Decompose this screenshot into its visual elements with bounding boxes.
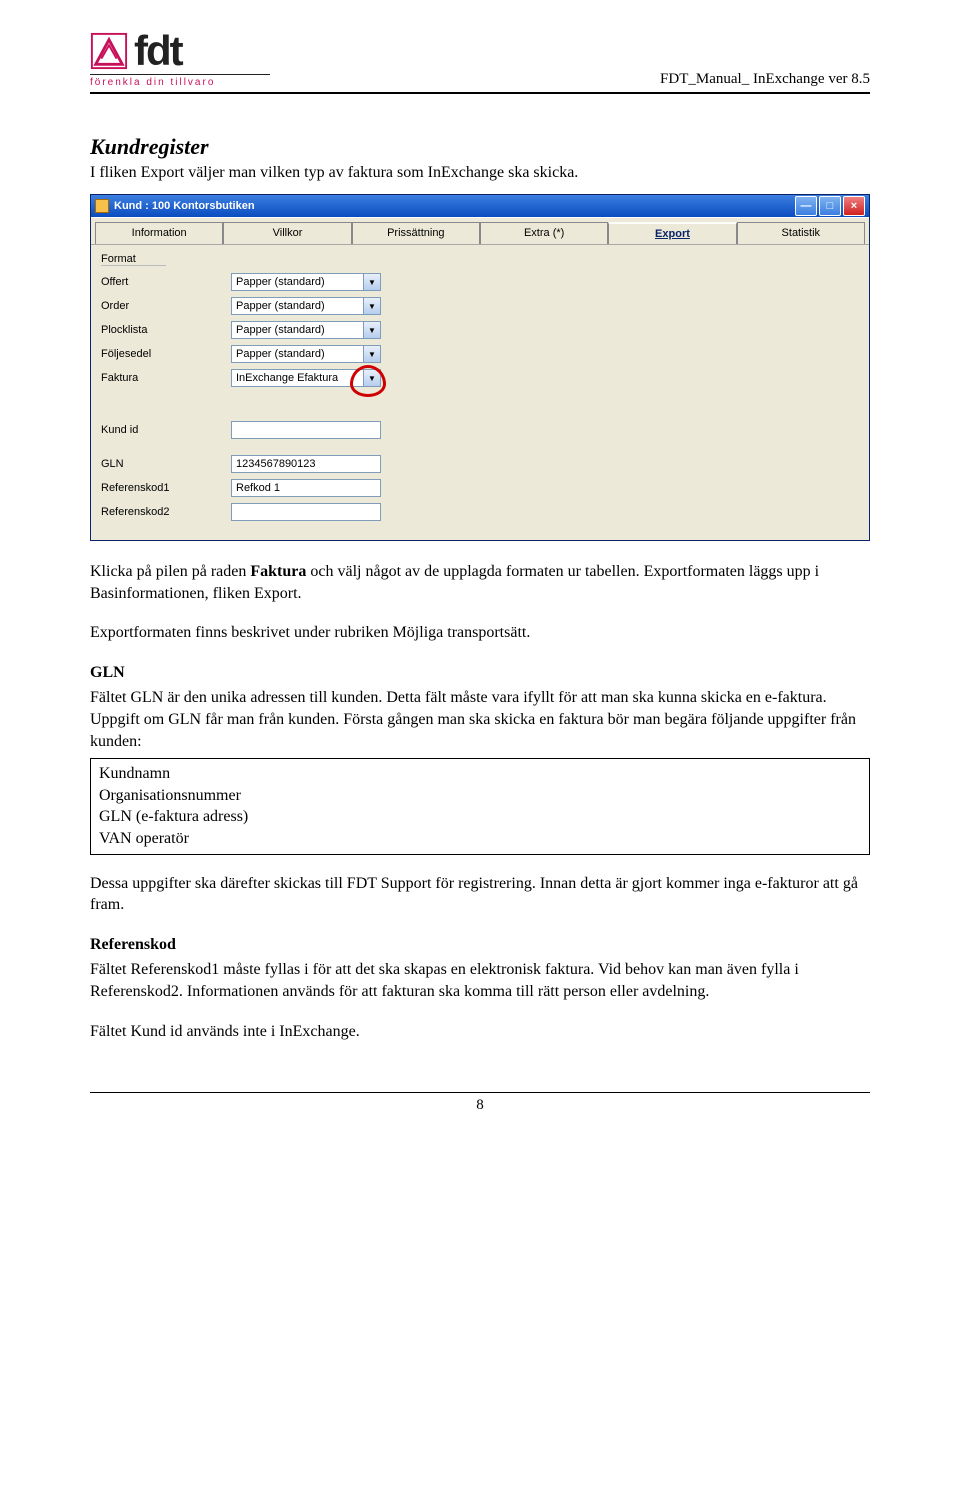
heading-gln: GLN: [90, 662, 870, 684]
label-gln: GLN: [101, 458, 231, 470]
chevron-down-icon: ▼: [363, 274, 380, 290]
tab-export[interactable]: Export: [608, 222, 736, 244]
label-order: Order: [101, 300, 231, 312]
section-intro: I fliken Export väljer man vilken typ av…: [90, 164, 870, 182]
paragraph-gln-body: Fältet GLN är den unika adressen till ku…: [90, 687, 870, 752]
tab-bar: Information Villkor Prissättning Extra (…: [91, 217, 869, 244]
logo: fdt förenkla din tillvaro: [90, 30, 270, 88]
dropdown-foljesedel-value: Papper (standard): [236, 348, 325, 360]
group-label-format: Format: [101, 253, 166, 266]
label-faktura: Faktura: [101, 372, 231, 384]
dropdown-plocklista-value: Papper (standard): [236, 324, 325, 336]
dropdown-plocklista[interactable]: Papper (standard) ▼: [231, 321, 381, 339]
label-ref2: Referenskod2: [101, 506, 231, 518]
box-line-kundnamn: Kundnamn: [99, 763, 861, 785]
logo-text: fdt: [134, 30, 182, 72]
tab-villkor[interactable]: Villkor: [223, 222, 351, 244]
logo-tagline: förenkla din tillvaro: [90, 74, 270, 88]
app-window: Kund : 100 Kontorsbutiken — □ × Informat…: [90, 194, 870, 541]
dropdown-order-value: Papper (standard): [236, 300, 325, 312]
window-title-text: Kund : 100 Kontorsbutiken: [114, 200, 255, 212]
label-plocklista: Plocklista: [101, 324, 231, 336]
input-ref2[interactable]: [231, 503, 381, 521]
document-title: FDT_Manual_ InExchange ver 8.5: [660, 71, 870, 88]
label-foljesedel: Följesedel: [101, 348, 231, 360]
box-line-van: VAN operatör: [99, 828, 861, 850]
label-offert: Offert: [101, 276, 231, 288]
dropdown-offert[interactable]: Papper (standard) ▼: [231, 273, 381, 291]
logo-mark-icon: [90, 32, 128, 70]
paragraph-exportformat: Exportformaten finns beskrivet under rub…: [90, 622, 870, 644]
page-number: 8: [90, 1092, 870, 1114]
paragraph-click-arrow: Klicka på pilen på raden Faktura och väl…: [90, 561, 870, 604]
window-titlebar: Kund : 100 Kontorsbutiken — □ ×: [91, 195, 869, 217]
dropdown-faktura[interactable]: InExchange Efaktura ▼: [231, 369, 381, 387]
info-box: Kundnamn Organisationsnummer GLN (e-fakt…: [90, 758, 870, 854]
maximize-button[interactable]: □: [819, 196, 841, 216]
paragraph-send-support: Dessa uppgifter ska därefter skickas til…: [90, 873, 870, 916]
chevron-down-icon: ▼: [363, 346, 380, 362]
box-line-orgnr: Organisationsnummer: [99, 785, 861, 807]
tab-extra[interactable]: Extra (*): [480, 222, 608, 244]
dropdown-offert-value: Papper (standard): [236, 276, 325, 288]
window-app-icon: [95, 199, 109, 213]
input-gln[interactable]: 1234567890123: [231, 455, 381, 473]
label-ref1: Referenskod1: [101, 482, 231, 494]
box-line-gln: GLN (e-faktura adress): [99, 806, 861, 828]
chevron-down-icon: ▼: [363, 370, 380, 386]
tab-information[interactable]: Information: [95, 222, 223, 244]
minimize-button[interactable]: —: [795, 196, 817, 216]
chevron-down-icon: ▼: [363, 322, 380, 338]
dropdown-order[interactable]: Papper (standard) ▼: [231, 297, 381, 315]
label-kund-id: Kund id: [101, 424, 231, 436]
input-ref1[interactable]: Refkod 1: [231, 479, 381, 497]
heading-referenskod: Referenskod: [90, 934, 870, 956]
close-button[interactable]: ×: [843, 196, 865, 216]
chevron-down-icon: ▼: [363, 298, 380, 314]
paragraph-kund-id-note: Fältet Kund id används inte i InExchange…: [90, 1021, 870, 1043]
tab-statistik[interactable]: Statistik: [737, 222, 865, 244]
section-title: Kundregister: [90, 134, 870, 160]
tab-prissattning[interactable]: Prissättning: [352, 222, 480, 244]
paragraph-referenskod-body: Fältet Referenskod1 måste fyllas i för a…: [90, 959, 870, 1002]
input-kund-id[interactable]: [231, 421, 381, 439]
dropdown-foljesedel[interactable]: Papper (standard) ▼: [231, 345, 381, 363]
dropdown-faktura-value: InExchange Efaktura: [236, 372, 338, 384]
